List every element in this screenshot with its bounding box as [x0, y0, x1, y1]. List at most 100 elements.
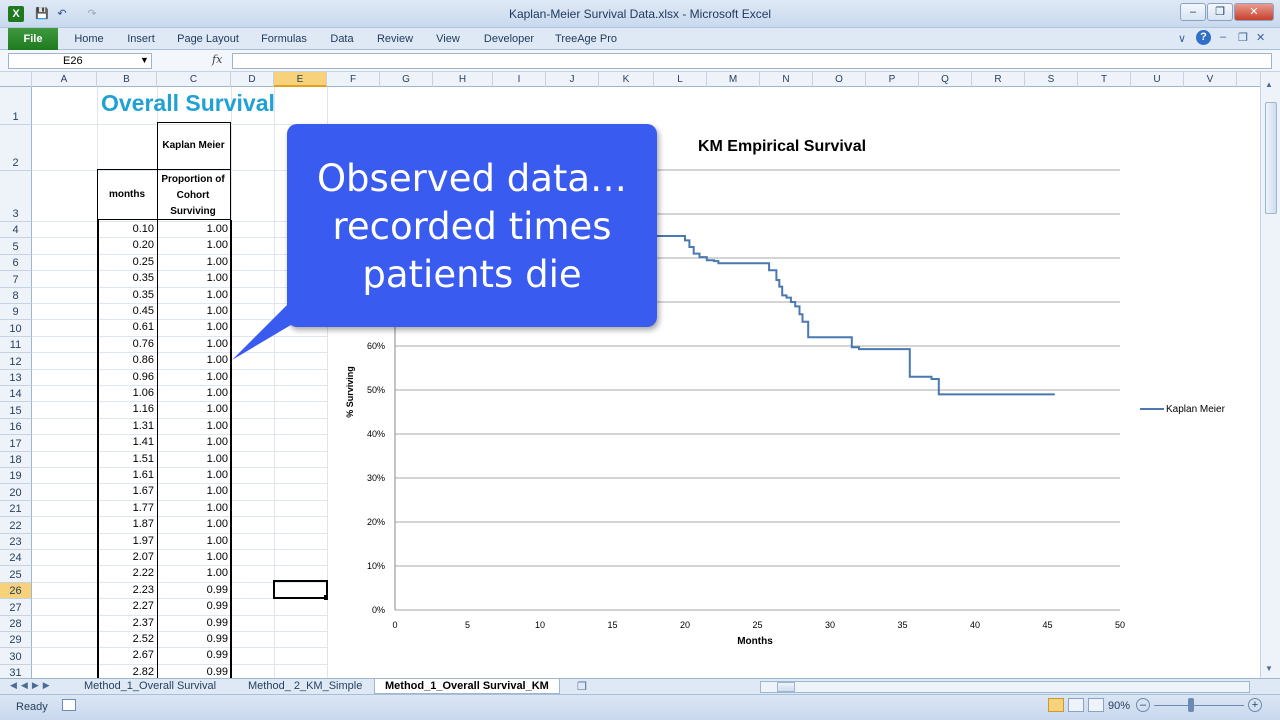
- cell-proportion-surviving[interactable]: 1.00: [157, 403, 231, 415]
- horizontal-scrollbar-thumb[interactable]: [777, 682, 795, 692]
- cell-proportion-surviving[interactable]: 1.00: [157, 420, 231, 432]
- cell-proportion-surviving[interactable]: 1.00: [157, 354, 231, 366]
- row-header[interactable]: 28: [0, 615, 32, 632]
- row-header[interactable]: 25: [0, 566, 32, 583]
- row-header[interactable]: 18: [0, 451, 32, 468]
- cell-proportion-surviving[interactable]: 1.00: [157, 485, 231, 497]
- table-header-c2[interactable]: Kaplan Meier: [157, 122, 231, 170]
- zoom-slider-thumb[interactable]: [1188, 698, 1194, 712]
- cell-months[interactable]: 0.10: [97, 223, 157, 235]
- cell-proportion-surviving[interactable]: 1.00: [157, 453, 231, 465]
- col-header-c[interactable]: C: [157, 72, 231, 87]
- row-header[interactable]: 14: [0, 386, 32, 403]
- cell-months[interactable]: 0.35: [97, 272, 157, 284]
- cell-proportion-surviving[interactable]: 1.00: [157, 535, 231, 547]
- cell-months[interactable]: 1.77: [97, 502, 157, 514]
- row-header[interactable]: 1: [0, 87, 32, 125]
- col-header-f[interactable]: F: [327, 72, 380, 87]
- cell-proportion-surviving[interactable]: 1.00: [157, 256, 231, 268]
- cell-months[interactable]: 0.86: [97, 354, 157, 366]
- tab-developer[interactable]: Developer: [478, 33, 540, 45]
- col-header-o[interactable]: O: [813, 72, 866, 87]
- cell-months[interactable]: 2.27: [97, 600, 157, 612]
- cell-months[interactable]: 0.45: [97, 305, 157, 317]
- col-header-n[interactable]: N: [760, 72, 813, 87]
- cell-months[interactable]: 1.06: [97, 387, 157, 399]
- cell-months[interactable]: 0.76: [97, 338, 157, 350]
- table-header-c3[interactable]: Proportion of Cohort Surviving: [157, 169, 231, 220]
- cell-proportion-surviving[interactable]: 0.99: [157, 633, 231, 645]
- tab-treeage-pro[interactable]: TreeAge Pro: [554, 33, 618, 45]
- normal-view-icon[interactable]: [1048, 698, 1064, 712]
- cell-proportion-surviving[interactable]: 1.00: [157, 436, 231, 448]
- restore-workbook-icon[interactable]: ❐: [1238, 31, 1248, 44]
- cell-proportion-surviving[interactable]: 1.00: [157, 338, 231, 350]
- col-header-g[interactable]: G: [380, 72, 433, 87]
- row-header[interactable]: 21: [0, 500, 32, 518]
- cell-proportion-surviving[interactable]: 1.00: [157, 567, 231, 579]
- cell-months[interactable]: 2.22: [97, 567, 157, 579]
- col-header-r[interactable]: R: [972, 72, 1025, 87]
- cell-proportion-surviving[interactable]: 1.00: [157, 551, 231, 563]
- restore-button[interactable]: ❐: [1207, 3, 1233, 21]
- cell-proportion-surviving[interactable]: 0.99: [157, 666, 231, 678]
- cell-proportion-surviving[interactable]: 0.99: [157, 600, 231, 612]
- row-header[interactable]: 10: [0, 320, 32, 337]
- cell-proportion-surviving[interactable]: 1.00: [157, 239, 231, 251]
- col-header-q[interactable]: Q: [919, 72, 972, 87]
- name-box[interactable]: E26: [8, 53, 152, 69]
- row-header[interactable]: 9: [0, 304, 32, 321]
- col-header-v[interactable]: V: [1184, 72, 1237, 87]
- tab-view[interactable]: View: [432, 33, 464, 45]
- cell-months[interactable]: 2.82: [97, 666, 157, 678]
- row-header[interactable]: 6: [0, 254, 32, 272]
- cell-months[interactable]: 1.16: [97, 403, 157, 415]
- col-header-k[interactable]: K: [599, 72, 654, 87]
- row-header[interactable]: 24: [0, 550, 32, 567]
- cell-proportion-surviving[interactable]: 1.00: [157, 289, 231, 301]
- row-header[interactable]: 15: [0, 402, 32, 419]
- row-header[interactable]: 3: [0, 171, 32, 222]
- row-header[interactable]: 2: [0, 125, 32, 171]
- row-header[interactable]: 11: [0, 336, 32, 354]
- cell-proportion-surviving[interactable]: 1.00: [157, 518, 231, 530]
- cell-proportion-surviving[interactable]: 1.00: [157, 502, 231, 514]
- cell-months[interactable]: 0.25: [97, 256, 157, 268]
- scrollbar-thumb[interactable]: [1265, 102, 1277, 214]
- col-header-b[interactable]: B: [97, 72, 157, 87]
- cell-months[interactable]: 1.31: [97, 420, 157, 432]
- col-header-l[interactable]: L: [654, 72, 707, 87]
- page-layout-view-icon[interactable]: [1068, 698, 1084, 712]
- tab-home[interactable]: Home: [70, 33, 108, 45]
- cell-months[interactable]: 1.67: [97, 485, 157, 497]
- cell-months[interactable]: 1.87: [97, 518, 157, 530]
- row-header[interactable]: 13: [0, 369, 32, 386]
- sheet-tab-method1-overall-survival[interactable]: Method_1_Overall Survival: [74, 679, 226, 694]
- col-header-m[interactable]: M: [707, 72, 760, 87]
- cell-months[interactable]: 1.41: [97, 436, 157, 448]
- cell-proportion-surviving[interactable]: 0.99: [157, 649, 231, 661]
- insert-sheet-icon[interactable]: ❐: [577, 680, 587, 693]
- cell-months[interactable]: 2.67: [97, 649, 157, 661]
- cell-proportion-surviving[interactable]: 0.99: [157, 584, 231, 596]
- cell-proportion-surviving[interactable]: 1.00: [157, 321, 231, 333]
- sheet-nav-arrows-icon[interactable]: ◀◀▶▶: [10, 680, 54, 691]
- col-header-e[interactable]: E: [274, 72, 327, 87]
- zoom-level[interactable]: 90%: [1108, 700, 1130, 712]
- close-button[interactable]: ✕: [1234, 3, 1274, 21]
- vertical-scrollbar[interactable]: ▲ ▼: [1260, 72, 1280, 678]
- col-header-d[interactable]: D: [231, 72, 274, 87]
- row-header[interactable]: 30: [0, 648, 32, 665]
- zoom-in-icon[interactable]: +: [1248, 698, 1262, 712]
- tab-data[interactable]: Data: [325, 33, 359, 45]
- cell-months[interactable]: 2.52: [97, 633, 157, 645]
- cell-proportion-surviving[interactable]: 1.00: [157, 305, 231, 317]
- zoom-slider-track[interactable]: [1154, 705, 1244, 706]
- cell-proportion-surviving[interactable]: 1.00: [157, 387, 231, 399]
- minimize-workbook-icon[interactable]: –: [1220, 31, 1226, 43]
- cell-months[interactable]: 0.35: [97, 289, 157, 301]
- help-icon[interactable]: ?: [1196, 30, 1211, 45]
- row-header[interactable]: 5: [0, 238, 32, 255]
- cell-months[interactable]: 2.07: [97, 551, 157, 563]
- formula-input[interactable]: [232, 53, 1272, 69]
